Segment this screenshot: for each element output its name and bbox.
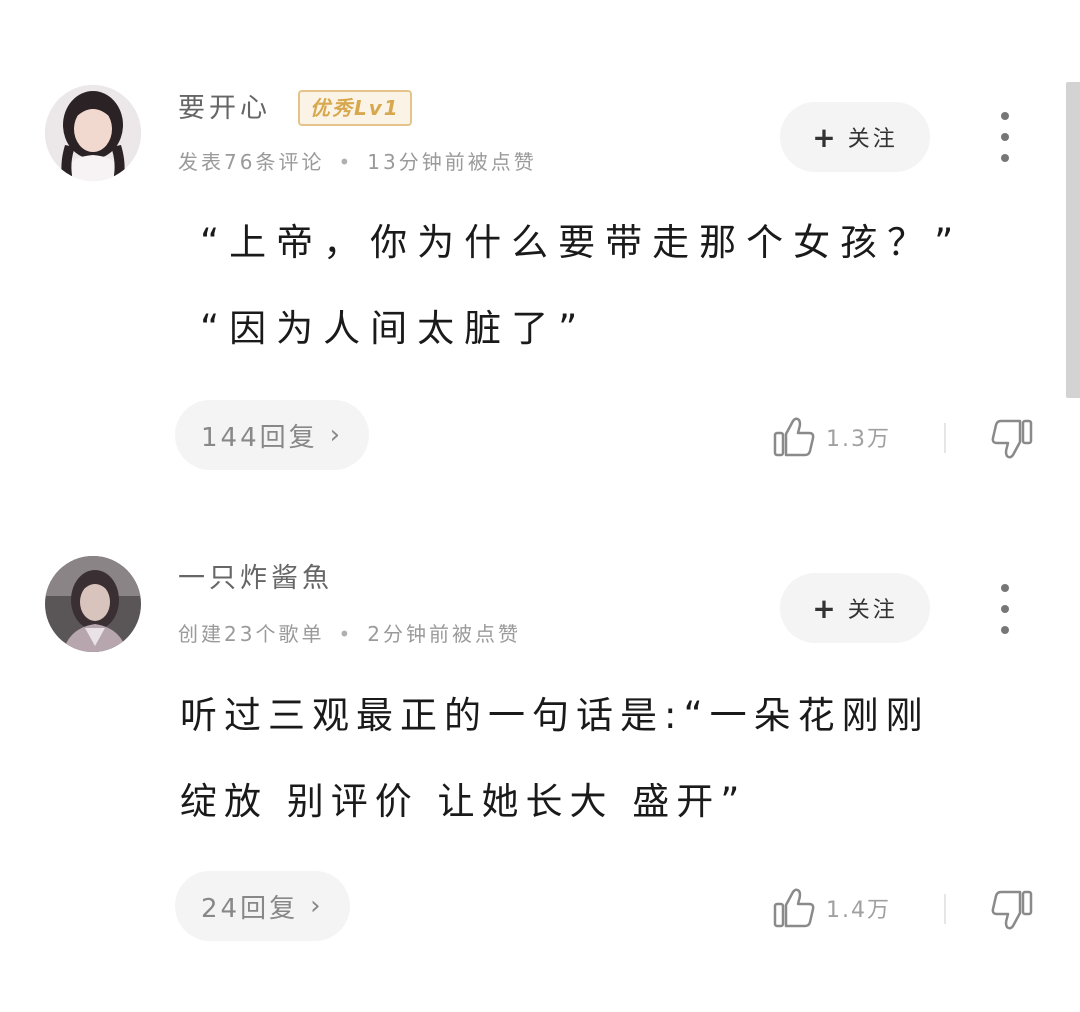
more-vertical-icon-dot [1001,626,1009,634]
more-options-button[interactable] [990,112,1020,162]
level-badge: 优秀Lv1 [298,90,412,126]
meta-separator: • [338,622,354,646]
like-count: 1.3万 [826,427,891,452]
thumbs-up-outline-icon [773,888,815,928]
reply-button[interactable]: 144回复 › [175,400,370,470]
like-button[interactable]: 1.4万 [772,887,891,929]
chevron-right-icon: › [310,891,324,921]
content-line: “上帝，你为什么要带走那个女孩？” [200,221,964,264]
meta-time: 2分钟前被点赞 [367,622,521,646]
meta-stat: 发表76条评论 [178,150,325,174]
like-count: 1.4万 [826,898,891,923]
dislike-button[interactable] [988,418,1034,466]
comment-content: “上帝，你为什么要带走那个女孩？” “因为人间太脏了” [200,200,963,372]
divider [944,894,946,924]
username[interactable]: 要开心 [178,86,271,125]
more-vertical-icon [1001,584,1009,592]
comment-meta: 发表76条评论 • 13分钟前被点赞 [178,146,537,175]
more-vertical-icon-dot [1001,133,1009,141]
username[interactable]: 一只炸酱魚 [178,556,333,595]
more-vertical-icon-dot [1001,154,1009,162]
avatar-image [45,85,141,181]
plus-icon: + [812,591,836,625]
avatar[interactable] [45,85,141,181]
chevron-right-icon: › [329,420,344,450]
plus-icon: + [812,120,836,154]
content-line: 听过三观最正的一句话是:“一朵花刚刚 [180,694,930,737]
follow-button[interactable]: + 关注 [780,573,930,643]
comment-meta: 创建23个歌单 • 2分钟前被点赞 [178,618,521,647]
meta-separator: • [338,150,354,174]
content-line: 绽放 别评价 让她长大 盛开” [180,780,747,823]
thumbs-down-outline-icon [991,890,1033,930]
thumbs-down-outline-icon [991,419,1033,459]
meta-time: 13分钟前被点赞 [367,150,537,174]
follow-button[interactable]: + 关注 [780,102,930,172]
more-options-button[interactable] [990,584,1020,634]
follow-label: 关注 [847,598,898,623]
dislike-button[interactable] [988,889,1034,937]
reply-button[interactable]: 24回复 › [175,871,350,941]
more-vertical-icon-dot [1001,605,1009,613]
reply-label: 24回复 [201,893,299,924]
content-line: “因为人间太脏了” [200,307,588,350]
comment-content: 听过三观最正的一句话是:“一朵花刚刚 绽放 别评价 让她长大 盛开” [180,673,930,845]
follow-label: 关注 [847,127,898,152]
meta-stat: 创建23个歌单 [178,622,325,646]
scrollbar[interactable] [1066,82,1080,398]
more-vertical-icon [1001,112,1009,120]
divider [944,423,946,453]
thumbs-up-outline-icon [773,417,815,457]
avatar-image [45,556,141,652]
avatar[interactable] [45,556,141,652]
like-button[interactable]: 1.3万 [772,416,891,458]
reply-label: 144回复 [201,422,318,453]
